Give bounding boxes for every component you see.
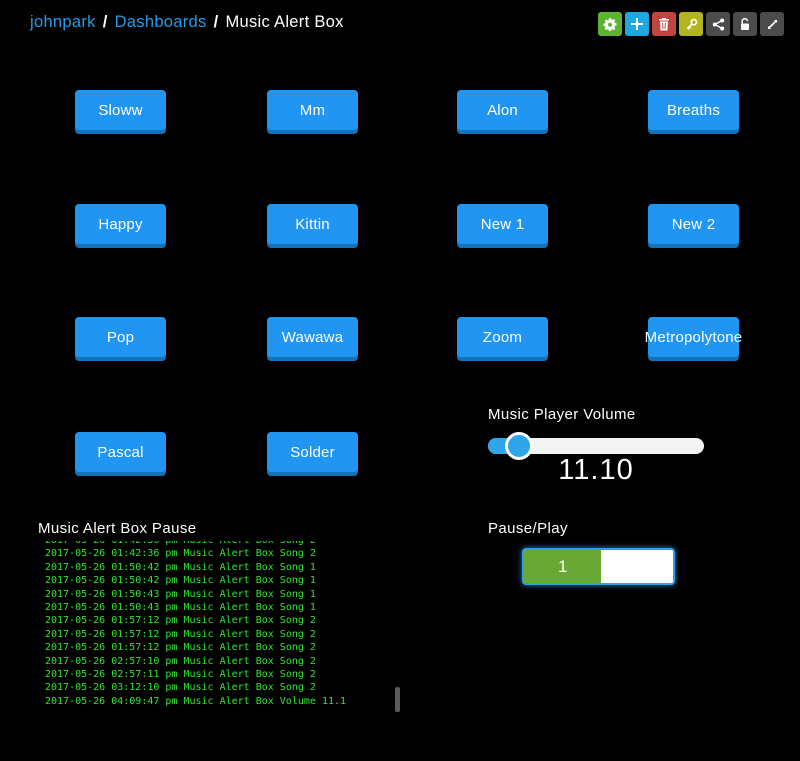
log-line: 2017-05-26 04:09:47 pm Music Alert Box V… [45,695,401,708]
toggle-off-segment [601,550,673,583]
log-line: 2017-05-26 02:57:11 pm Music Alert Box S… [45,668,401,681]
settings-button[interactable] [598,12,622,36]
song-button-pascal[interactable]: Pascal [75,432,166,472]
breadcrumb-user-link[interactable]: johnpark [30,13,96,31]
pause-play-label: Pause/Play [488,520,568,537]
song-button-alon[interactable]: Alon [457,90,548,130]
privacy-lock-button[interactable] [733,12,757,36]
breadcrumb-dashboards-link[interactable]: Dashboards [115,13,207,31]
keys-button[interactable] [679,12,703,36]
plus-icon [631,18,643,30]
gear-icon [603,17,617,31]
song-button-wawawa[interactable]: Wawawa [267,317,358,357]
share-icon [712,18,725,31]
key-icon [685,18,698,31]
log-scrollbar-thumb[interactable] [395,687,400,712]
fullscreen-button[interactable] [760,12,784,36]
pause-log-label: Music Alert Box Pause [38,520,196,537]
log-line: 2017-05-26 01:57:12 pm Music Alert Box S… [45,641,401,654]
song-button-new-1[interactable]: New 1 [457,204,548,244]
song-button-kittin[interactable]: Kittin [267,204,358,244]
dashboard-page: johnpark / Dashboards / Music Alert Box Slow… [0,0,800,761]
song-button-solder[interactable]: Solder [267,432,358,472]
trash-icon [658,18,670,31]
song-button-sloww[interactable]: Sloww [75,90,166,130]
log-line: 2017-05-26 01:57:12 pm Music Alert Box S… [45,614,401,627]
pause-log-stream[interactable]: 2017-05-26 01:42:36 pm Music Alert Box S… [45,541,401,713]
log-line: 2017-05-26 02:57:10 pm Music Alert Box S… [45,655,401,668]
song-button-breaths[interactable]: Breaths [648,90,739,130]
song-button-mm[interactable]: Mm [267,90,358,130]
breadcrumb-separator: / [103,13,108,31]
log-line: 2017-05-26 03:12:10 pm Music Alert Box S… [45,681,401,694]
share-button[interactable] [706,12,730,36]
dashboard-toolbar [598,12,784,36]
volume-value: 11.10 [488,454,704,487]
add-block-button[interactable] [625,12,649,36]
page-title: Music Alert Box [225,13,343,31]
breadcrumb: johnpark / Dashboards / Music Alert Box [30,13,344,32]
song-button-pop[interactable]: Pop [75,317,166,357]
toggle-on-segment: 1 [524,550,601,583]
log-line: 2017-05-26 01:50:42 pm Music Alert Box S… [45,574,401,587]
breadcrumb-separator: / [214,13,219,31]
song-button-metropolytone[interactable]: Metropolytone [648,317,739,357]
pause-log-lines: 2017-05-26 01:42:36 pm Music Alert Box S… [45,541,401,708]
pause-play-toggle[interactable]: 1 [522,548,675,585]
delete-dashboard-button[interactable] [652,12,676,36]
log-line: 2017-05-26 01:50:43 pm Music Alert Box S… [45,601,401,614]
song-button-happy[interactable]: Happy [75,204,166,244]
lock-icon [739,18,751,31]
volume-block-label: Music Player Volume [488,406,636,423]
resize-arrows-icon [766,18,779,31]
log-line: 2017-05-26 01:50:42 pm Music Alert Box S… [45,561,401,574]
log-line: 2017-05-26 01:50:43 pm Music Alert Box S… [45,588,401,601]
log-line: 2017-05-26 01:42:36 pm Music Alert Box S… [45,547,401,560]
song-button-zoom[interactable]: Zoom [457,317,548,357]
song-button-new-2[interactable]: New 2 [648,204,739,244]
log-line: 2017-05-26 01:57:12 pm Music Alert Box S… [45,628,401,641]
